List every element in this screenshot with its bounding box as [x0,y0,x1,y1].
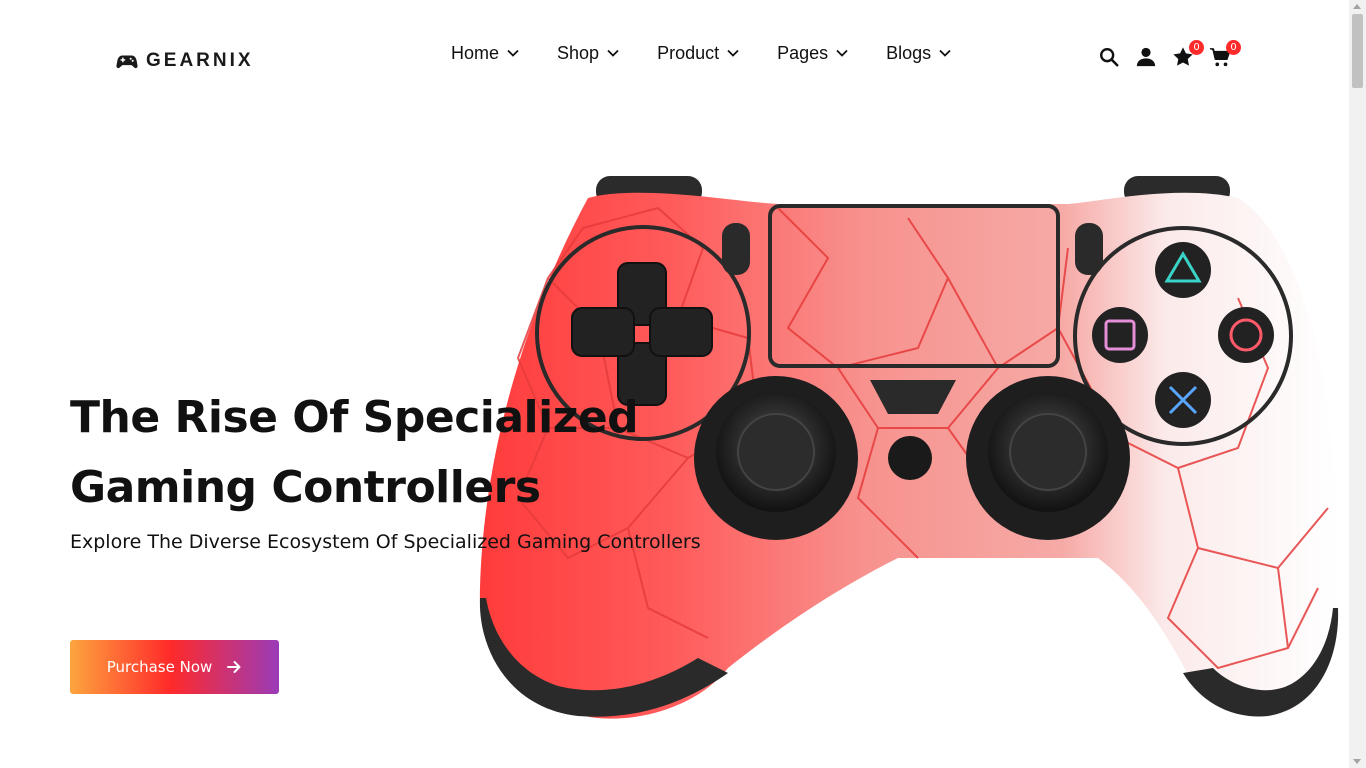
nav-item-label: Blogs [886,42,932,63]
arrow-right-icon [227,661,241,673]
chevron-down-icon [507,49,519,57]
hero-subtitle: Explore The Diverse Ecosystem Of Special… [70,531,701,553]
nav-item-label: Home [451,42,500,63]
search-icon [1100,48,1119,67]
purchase-now-button[interactable]: Purchase Now [70,640,279,694]
nav-item-label: Product [657,42,720,63]
nav-item-blogs[interactable]: Blogs [886,43,951,64]
gamepad-icon [116,55,138,69]
user-icon [1136,47,1156,67]
nav-item-product[interactable]: Product [657,43,739,64]
scroll-down-arrow[interactable] [1353,759,1361,764]
hero-title-line-1: The Rise Of Specialized [70,392,639,443]
hero-title-line-2: Gaming Controllers [70,462,541,513]
chevron-down-icon [939,49,951,57]
cart-button[interactable]: 0 [1209,40,1241,68]
main-nav: Home Shop Product Pages Blogs [451,38,951,68]
nav-item-label: Pages [777,42,829,63]
purchase-now-label: Purchase Now [106,658,213,676]
chevron-down-icon [607,49,619,57]
wishlist-count-badge: 0 [1189,40,1204,55]
nav-item-home[interactable]: Home [451,43,519,64]
search-button[interactable] [1098,46,1120,68]
account-button[interactable] [1135,46,1157,68]
nav-item-shop[interactable]: Shop [557,43,619,64]
chevron-down-icon [836,49,848,57]
chevron-down-icon [727,49,739,57]
nav-item-label: Shop [557,42,600,63]
scroll-thumb[interactable] [1352,14,1363,88]
logo-text: GEARNIX [146,50,254,71]
nav-item-pages[interactable]: Pages [777,43,848,64]
cart-count-badge: 0 [1226,40,1241,55]
hero-title: The Rise Of Specialized Gaming Controlle… [70,383,639,523]
header-actions: 0 0 [1098,40,1241,68]
logo[interactable]: GEARNIX [116,49,254,73]
wishlist-button[interactable]: 0 [1172,40,1204,68]
scroll-up-arrow[interactable] [1353,4,1361,9]
page-scrollbar[interactable] [1349,0,1366,768]
